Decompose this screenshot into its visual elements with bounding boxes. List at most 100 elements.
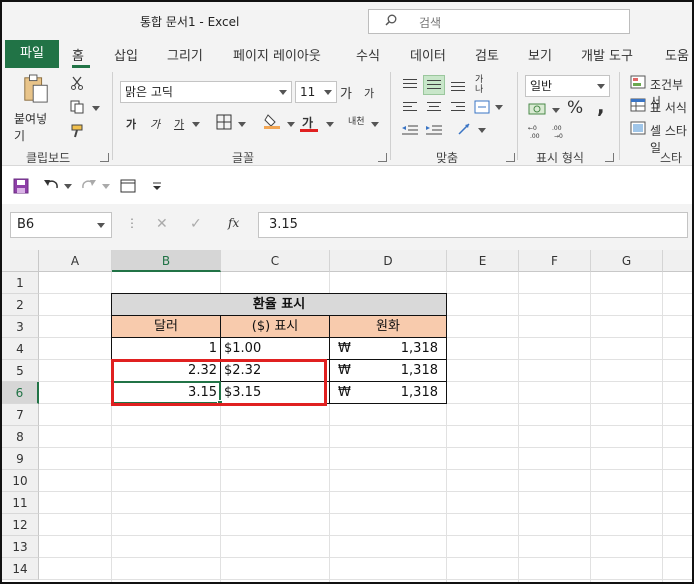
row-header[interactable]: 3	[2, 316, 39, 338]
customize-qat-icon[interactable]	[152, 181, 162, 191]
comma-button[interactable]: ,	[597, 94, 605, 118]
window-icon[interactable]	[120, 179, 136, 193]
tab-home[interactable]: 홈	[72, 45, 84, 64]
increase-decimal-icon[interactable]: ←0 .00	[528, 123, 548, 139]
tab-review[interactable]: 검토	[475, 45, 499, 64]
row-header[interactable]: 5	[2, 360, 39, 382]
tab-draw[interactable]: 그리기	[167, 45, 203, 64]
column-header-c[interactable]: C	[221, 250, 330, 272]
fill-color-dropdown-icon[interactable]	[287, 122, 295, 127]
cell-c4[interactable]: $1.00	[221, 338, 330, 360]
font-launcher-icon[interactable]	[378, 153, 387, 162]
column-header-b[interactable]: B	[112, 250, 221, 272]
number-launcher-icon[interactable]	[605, 153, 614, 162]
tab-page-layout[interactable]: 페이지 레이아웃	[233, 45, 321, 64]
row-header[interactable]: 10	[2, 470, 39, 492]
merge-center-icon[interactable]	[474, 100, 490, 114]
tab-help[interactable]: 도움	[665, 45, 689, 64]
redo-dropdown-icon[interactable]	[102, 184, 110, 189]
alignment-launcher-icon[interactable]	[506, 153, 515, 162]
bold-button[interactable]: 가	[126, 116, 136, 132]
row-header[interactable]: 8	[2, 426, 39, 448]
shrink-font-button[interactable]: 가	[364, 85, 374, 101]
tab-data[interactable]: 데이터	[410, 45, 446, 64]
font-name-select[interactable]: 맑은 고딕	[120, 81, 292, 103]
align-bottom-icon[interactable]	[451, 82, 465, 93]
column-header-h[interactable]	[663, 250, 692, 272]
percent-button[interactable]: %	[567, 98, 583, 118]
align-top-icon[interactable]	[403, 79, 417, 90]
formula-input[interactable]: 3.15	[258, 212, 688, 238]
header-cell-dollar-display[interactable]: ($) 표시	[221, 316, 330, 338]
format-table-button[interactable]: 표 서식	[650, 99, 687, 116]
align-middle-button[interactable]	[423, 75, 445, 95]
clipboard-launcher-icon[interactable]	[100, 153, 109, 162]
cell-b4[interactable]: 1	[111, 338, 221, 360]
cell-d5[interactable]: ₩ 1,318	[330, 360, 447, 382]
phonetic-dropdown-icon[interactable]	[371, 122, 379, 127]
currency-dropdown-icon[interactable]	[552, 108, 560, 113]
column-header-f[interactable]: F	[519, 250, 591, 272]
format-table-icon[interactable]	[630, 98, 646, 112]
paste-button[interactable]: 붙여넣기	[12, 74, 58, 143]
tab-developer[interactable]: 개발 도구	[581, 45, 633, 64]
column-header-a[interactable]: A	[39, 250, 112, 272]
row-header[interactable]: 4	[2, 338, 39, 360]
header-cell-dollar[interactable]: 달러	[111, 316, 221, 338]
wrap-text-button[interactable]: 가나	[475, 75, 491, 95]
row-header[interactable]: 12	[2, 514, 39, 536]
orientation-dropdown-icon[interactable]	[478, 128, 486, 133]
border-dropdown-icon[interactable]	[238, 122, 246, 127]
insert-function-button[interactable]: fx	[228, 216, 239, 230]
cancel-icon[interactable]: ✕	[156, 216, 168, 232]
tab-formulas[interactable]: 수식	[356, 45, 380, 64]
orientation-icon[interactable]	[457, 122, 473, 136]
align-center-icon[interactable]	[427, 102, 441, 113]
row-header[interactable]: 14	[2, 558, 39, 580]
cell-d6[interactable]: ₩ 1,318	[330, 382, 447, 404]
grow-font-button[interactable]: 가	[340, 83, 352, 102]
table-title-cell[interactable]: 환율 표시	[111, 293, 447, 316]
select-all-button[interactable]	[2, 250, 39, 272]
font-color-dropdown-icon[interactable]	[326, 122, 334, 127]
row-header[interactable]: 11	[2, 492, 39, 514]
conditional-format-icon[interactable]	[630, 75, 646, 89]
currency-icon[interactable]	[528, 102, 546, 116]
header-cell-won[interactable]: 원화	[330, 316, 447, 338]
cell-d4[interactable]: ₩ 1,318	[330, 338, 447, 360]
column-header-e[interactable]: E	[447, 250, 519, 272]
underline-dropdown-icon[interactable]	[192, 122, 200, 127]
column-header-d[interactable]: D	[330, 250, 447, 272]
copy-icon[interactable]	[70, 100, 84, 114]
row-header-selected[interactable]: 6	[2, 382, 39, 404]
tab-view[interactable]: 보기	[528, 45, 552, 64]
underline-button[interactable]: 가	[174, 116, 184, 132]
row-header[interactable]: 2	[2, 294, 39, 316]
tab-insert[interactable]: 삽입	[114, 45, 138, 64]
border-icon[interactable]	[216, 114, 232, 130]
align-right-icon[interactable]	[451, 102, 465, 113]
cut-icon[interactable]	[70, 76, 84, 90]
search-box[interactable]: 검색	[368, 9, 630, 34]
copy-dropdown-icon[interactable]	[92, 106, 100, 111]
align-left-icon[interactable]	[403, 102, 417, 113]
font-size-select[interactable]: 11	[295, 81, 337, 103]
decrease-decimal-icon[interactable]: .00 →0	[552, 123, 572, 139]
row-header[interactable]: 13	[2, 536, 39, 558]
phonetic-button[interactable]: 내천	[348, 114, 365, 127]
column-header-g[interactable]: G	[591, 250, 663, 272]
increase-indent-icon[interactable]	[426, 124, 442, 136]
undo-dropdown-icon[interactable]	[64, 184, 72, 189]
fill-color-icon[interactable]	[264, 113, 280, 129]
merge-dropdown-icon[interactable]	[495, 105, 503, 110]
italic-button[interactable]: 가	[150, 116, 160, 132]
format-painter-icon[interactable]	[70, 124, 84, 138]
row-header[interactable]: 9	[2, 448, 39, 470]
row-header[interactable]: 1	[2, 272, 39, 294]
enter-icon[interactable]: ✓	[190, 216, 202, 232]
save-icon[interactable]	[13, 178, 29, 194]
row-header[interactable]: 7	[2, 404, 39, 426]
cell-styles-icon[interactable]	[630, 121, 646, 135]
redo-icon[interactable]	[80, 177, 98, 193]
tab-file[interactable]: 파일	[5, 40, 59, 68]
